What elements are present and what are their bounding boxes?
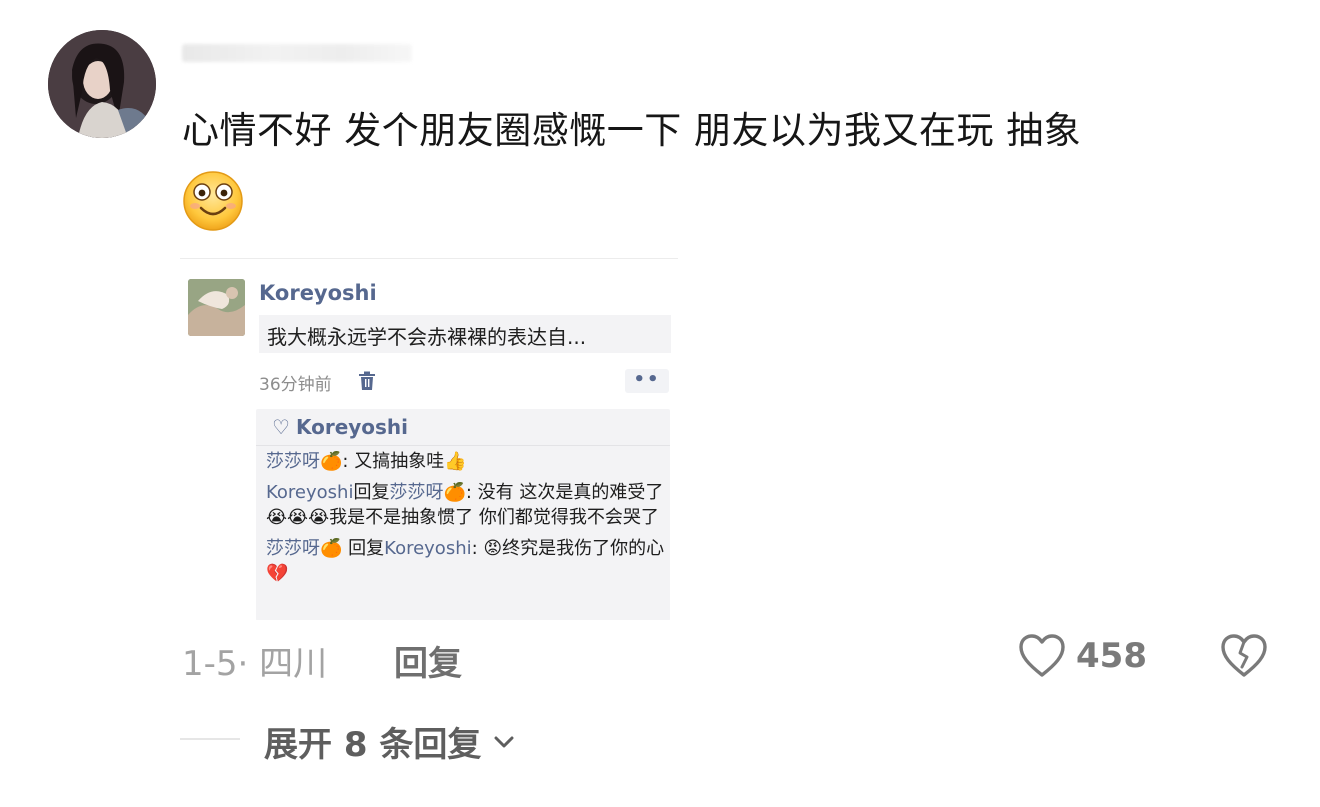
expand-replies-label: 展开 8 条回复 — [264, 725, 482, 765]
embedded-post-time: 36分钟前 — [259, 375, 332, 395]
trash-icon — [358, 371, 376, 391]
heart-outline-icon: ♡ — [272, 415, 290, 439]
embedded-screenshot[interactable]: Koreyoshi 我大概永远学不会赤裸裸的表达自... 36分钟前 •• ♡ K… — [180, 258, 678, 620]
embedded-reply-box: ♡ Koreyoshi 莎莎呀🍊: 又搞抽象哇👍 Koreyoshi回复莎莎呀🍊:… — [256, 409, 670, 620]
comment-date-location: 1-5· 四川 — [182, 644, 328, 684]
broken-heart-icon[interactable] — [1220, 633, 1268, 679]
heart-icon[interactable] — [1018, 633, 1066, 679]
comment-text: 心情不好 发个朋友圈感慨一下 朋友以为我又在玩 抽象 — [182, 109, 1082, 152]
reply-item: 莎莎呀🍊 回复Koreyoshi: 😡终究是我伤了你的心💔 — [266, 538, 665, 584]
comment-card: T 心情不好 发个朋友圈感慨一下 朋友以为我又在玩 抽象 — [0, 0, 1320, 807]
expand-divider — [180, 738, 240, 740]
chevron-down-icon — [494, 736, 514, 747]
embedded-post-text: 我大概永远学不会赤裸裸的表达自... — [259, 315, 671, 353]
user-avatar[interactable] — [48, 30, 156, 138]
embedded-replies: 莎莎呀🍊: 又搞抽象哇👍 Koreyoshi回复莎莎呀🍊: 没有 这次是真的难受… — [266, 449, 666, 592]
username[interactable]: T — [182, 44, 412, 62]
embedded-author-avatar — [188, 279, 245, 336]
divider — [256, 445, 670, 446]
reply-item: Koreyoshi回复莎莎呀🍊: 没有 这次是真的难受了😭😭😭我是不是抽象惯了 … — [266, 482, 664, 528]
smiling-face-emoji-icon — [182, 170, 244, 232]
reply-item: 莎莎呀🍊: 又搞抽象哇👍 — [266, 451, 467, 472]
embedded-author-name: Koreyoshi — [259, 281, 377, 305]
reply-button[interactable]: 回复 — [394, 636, 462, 685]
expand-replies-button[interactable]: 展开 8 条回复 — [264, 717, 517, 766]
embedded-like-row: ♡ Koreyoshi — [272, 415, 408, 439]
like-count: 458 — [1076, 636, 1147, 676]
liked-by-name: Koreyoshi — [295, 415, 409, 439]
more-options-button: •• — [625, 369, 669, 393]
